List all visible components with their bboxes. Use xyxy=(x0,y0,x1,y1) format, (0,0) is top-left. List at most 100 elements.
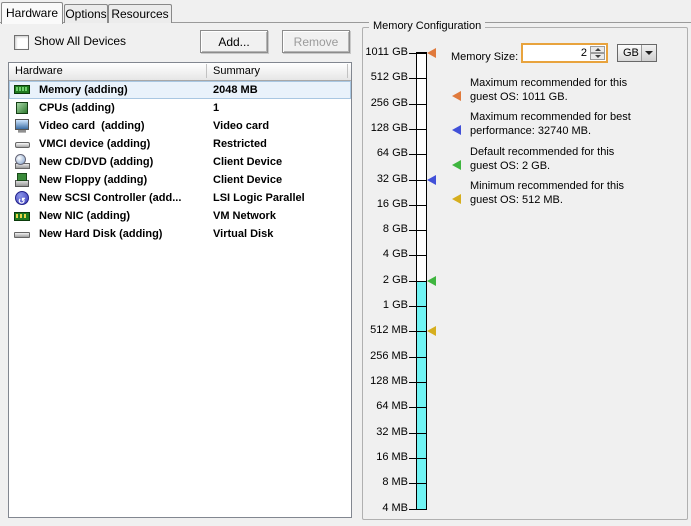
scale-label: 16 GB xyxy=(348,198,408,211)
spinner-buttons xyxy=(590,46,605,60)
recommendation-text: Default recommended for thisguest OS: 2 … xyxy=(470,145,682,173)
tick-mark xyxy=(409,104,427,105)
tick-mark xyxy=(409,433,427,434)
memory-icon xyxy=(14,82,30,98)
scale-label: 256 MB xyxy=(348,350,408,363)
device-name: New Floppy (adding) xyxy=(39,171,147,189)
tick-mark xyxy=(409,458,427,459)
scale-label: 1011 GB xyxy=(348,46,408,59)
green-legend-marker-icon xyxy=(452,160,461,170)
memory-size-value[interactable]: 2 xyxy=(525,46,587,60)
dropdown-arrow-icon[interactable] xyxy=(641,45,656,61)
tick-mark xyxy=(409,509,427,510)
device-name: New SCSI Controller (add... xyxy=(39,189,181,207)
yellow-marker-icon xyxy=(427,326,436,336)
device-summary: Restricted xyxy=(213,135,267,153)
table-row[interactable]: CPUs (adding) 1 xyxy=(9,99,351,117)
tick-mark xyxy=(409,230,427,231)
table-row[interactable]: New Hard Disk (adding) Virtual Disk xyxy=(9,225,351,243)
recommendation-item: Maximum recommended for bestperformance:… xyxy=(452,110,682,138)
tick-mark xyxy=(409,281,427,282)
orange-marker-icon xyxy=(427,48,436,58)
show-all-devices-label: Show All Devices xyxy=(34,34,126,48)
tick-mark xyxy=(409,205,427,206)
cpu-icon xyxy=(14,100,30,116)
scale-label: 256 GB xyxy=(348,97,408,110)
floppy-icon xyxy=(14,172,30,188)
device-name: New Hard Disk (adding) xyxy=(39,225,162,243)
device-summary: Client Device xyxy=(213,171,282,189)
scale-label: 4 MB xyxy=(348,502,408,515)
recommendation-item: Maximum recommended for thisguest OS: 10… xyxy=(452,76,682,104)
column-header-hardware[interactable]: Hardware xyxy=(15,63,63,80)
spinner-up-button[interactable] xyxy=(590,46,605,53)
tab-hardware[interactable]: Hardware xyxy=(1,2,63,24)
tick-mark xyxy=(409,154,427,155)
scale-label: 512 MB xyxy=(348,324,408,337)
table-row[interactable]: New SCSI Controller (add... LSI Logic Par… xyxy=(9,189,351,207)
device-name: New NIC (adding) xyxy=(39,207,130,225)
scale-label: 2 GB xyxy=(348,274,408,287)
tick-mark xyxy=(409,357,427,358)
recommendation-text: Maximum recommended for bestperformance:… xyxy=(470,110,682,138)
scale-label: 4 GB xyxy=(348,248,408,261)
table-row[interactable]: New Floppy (adding) Client Device xyxy=(9,171,351,189)
memory-config-groupbox: Memory Configuration Memory Size: 2 GB 1… xyxy=(362,27,688,520)
tick-mark xyxy=(409,407,427,408)
scale-label: 8 MB xyxy=(348,476,408,489)
orange-legend-marker-icon xyxy=(452,91,461,101)
spinner-down-button[interactable] xyxy=(590,53,605,60)
nic-icon xyxy=(14,208,30,224)
device-summary: Video card xyxy=(213,117,269,135)
tick-mark xyxy=(409,331,427,332)
memory-size-spinner[interactable]: 2 xyxy=(521,43,608,63)
remove-button: Remove xyxy=(282,30,350,53)
memory-unit-dropdown[interactable]: GB xyxy=(617,44,657,62)
show-all-devices-checkbox[interactable] xyxy=(14,35,29,50)
column-header-summary[interactable]: Summary xyxy=(213,63,260,80)
device-name: Memory (adding) xyxy=(39,81,128,99)
device-name: VMCI device (adding) xyxy=(39,135,150,153)
scale-label: 64 MB xyxy=(348,400,408,413)
tick-mark xyxy=(409,78,427,79)
scale-label: 128 MB xyxy=(348,375,408,388)
device-name: New CD/DVD (adding) xyxy=(39,153,153,171)
table-row[interactable]: Video card (adding) Video card xyxy=(9,117,351,135)
scale-label: 8 GB xyxy=(348,223,408,236)
recommendation-text: Minimum recommended for thisguest OS: 51… xyxy=(470,179,682,207)
device-summary: Virtual Disk xyxy=(213,225,273,243)
scale-label: 32 MB xyxy=(348,426,408,439)
tick-mark xyxy=(409,382,427,383)
column-divider[interactable] xyxy=(206,64,207,78)
scale-label: 1 GB xyxy=(348,299,408,312)
cd-dvd-icon xyxy=(14,154,30,170)
device-summary: LSI Logic Parallel xyxy=(213,189,305,207)
device-table-header[interactable]: Hardware Summary xyxy=(9,63,351,81)
vm-settings-dialog: Hardware Options Resources Show All Devi… xyxy=(0,0,691,526)
tab-options[interactable]: Options xyxy=(64,4,108,23)
table-row[interactable]: New NIC (adding)VM Network xyxy=(9,207,351,225)
device-name: Video card (adding) xyxy=(39,117,145,135)
device-table-body: Memory (adding)2048 MBCPUs (adding)1Vide… xyxy=(9,81,351,243)
device-summary: 1 xyxy=(213,99,219,117)
table-row[interactable]: New CD/DVD (adding) Client Device xyxy=(9,153,351,171)
tab-resources[interactable]: Resources xyxy=(108,4,172,23)
recommendation-text: Maximum recommended for thisguest OS: 10… xyxy=(470,76,682,104)
add-button[interactable]: Add... xyxy=(200,30,268,53)
scale-label: 128 GB xyxy=(348,122,408,135)
vmci-icon xyxy=(14,136,30,152)
memory-size-label: Memory Size: xyxy=(451,51,518,63)
scale-label: 16 MB xyxy=(348,451,408,464)
table-row[interactable]: VMCI device (adding) Restricted xyxy=(9,135,351,153)
yellow-legend-marker-icon xyxy=(452,194,461,204)
scale-label: 64 GB xyxy=(348,147,408,160)
device-name: CPUs (adding) xyxy=(39,99,115,117)
blue-marker-icon xyxy=(427,175,436,185)
groupbox-title: Memory Configuration xyxy=(369,20,485,32)
device-table: Hardware Summary Memory (adding)2048 MBC… xyxy=(8,62,352,518)
recommendation-item: Default recommended for thisguest OS: 2 … xyxy=(452,145,682,173)
table-row[interactable]: Memory (adding)2048 MB xyxy=(9,81,351,99)
tick-mark xyxy=(409,483,427,484)
recommendation-item: Minimum recommended for thisguest OS: 51… xyxy=(452,179,682,207)
device-summary: Client Device xyxy=(213,153,282,171)
